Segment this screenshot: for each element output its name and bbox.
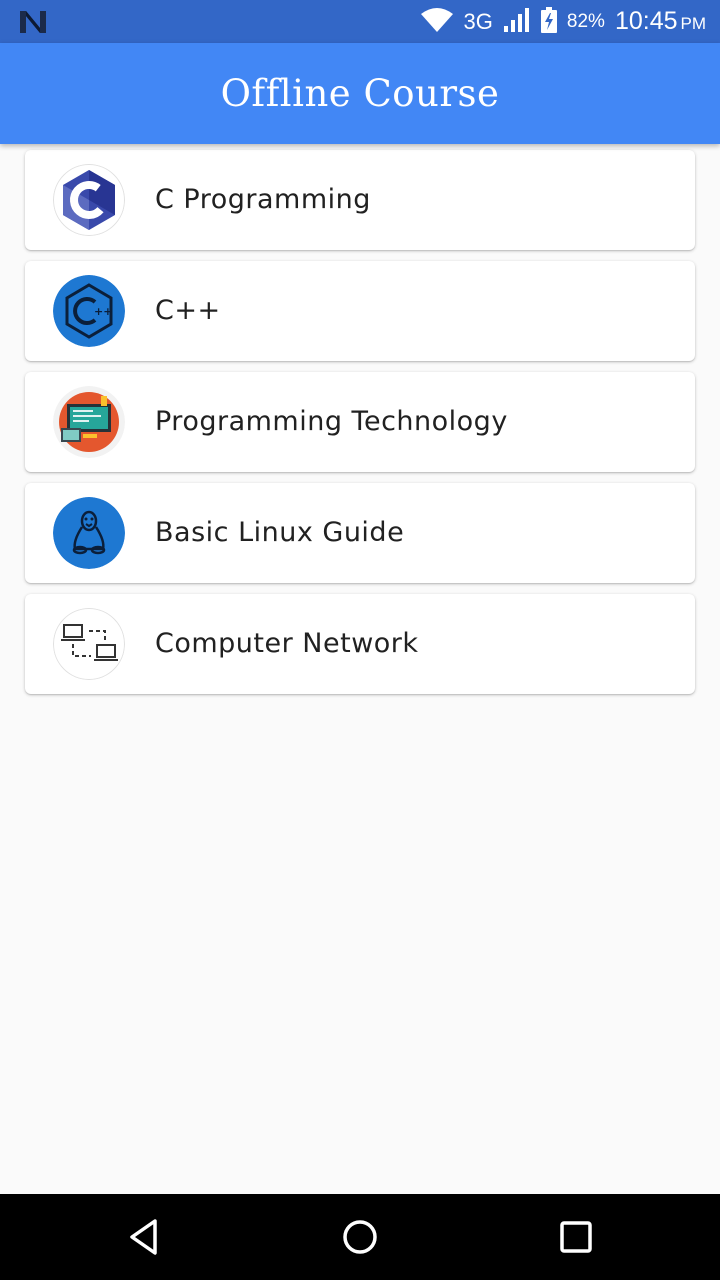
clock-ampm: PM	[680, 14, 707, 33]
course-card-c-programming[interactable]: C Programming	[25, 150, 695, 250]
course-label: C Programming	[155, 184, 371, 215]
linux-tux-icon	[53, 497, 125, 569]
computer-network-icon	[53, 608, 125, 680]
course-card-computer-network[interactable]: Computer Network	[25, 594, 695, 694]
home-icon[interactable]	[337, 1214, 383, 1260]
battery-icon	[540, 6, 557, 37]
programming-technology-icon	[53, 386, 125, 458]
notification-n-icon	[18, 8, 48, 36]
course-label: C++	[155, 295, 221, 326]
course-card-programming-technology[interactable]: Programming Technology	[25, 372, 695, 472]
recents-icon[interactable]	[553, 1214, 599, 1260]
course-card-basic-linux-guide[interactable]: Basic Linux Guide	[25, 483, 695, 583]
signal-icon	[503, 7, 531, 37]
svg-text:++: ++	[94, 305, 112, 318]
clock: 10:45 PM	[615, 7, 706, 36]
status-bar: 3G 82% 10:45 PM	[0, 0, 720, 43]
network-type: 3G	[463, 8, 493, 34]
battery-percent: 82%	[566, 10, 605, 32]
wifi-icon	[420, 7, 454, 37]
app-bar: Offline Course	[0, 43, 720, 144]
course-card-cpp[interactable]: ++ C++	[25, 261, 695, 361]
back-icon[interactable]	[121, 1214, 167, 1260]
cpp-language-icon: ++	[53, 275, 125, 347]
clock-time: 10:45	[614, 7, 678, 35]
c-language-icon	[53, 164, 125, 236]
page-title: Offline Course	[220, 72, 500, 115]
course-label: Programming Technology	[155, 406, 508, 437]
course-label: Computer Network	[155, 628, 419, 659]
course-list: C Programming ++ C++ Programming Technol…	[25, 150, 695, 705]
course-label: Basic Linux Guide	[155, 517, 405, 548]
navigation-bar	[0, 1194, 720, 1280]
